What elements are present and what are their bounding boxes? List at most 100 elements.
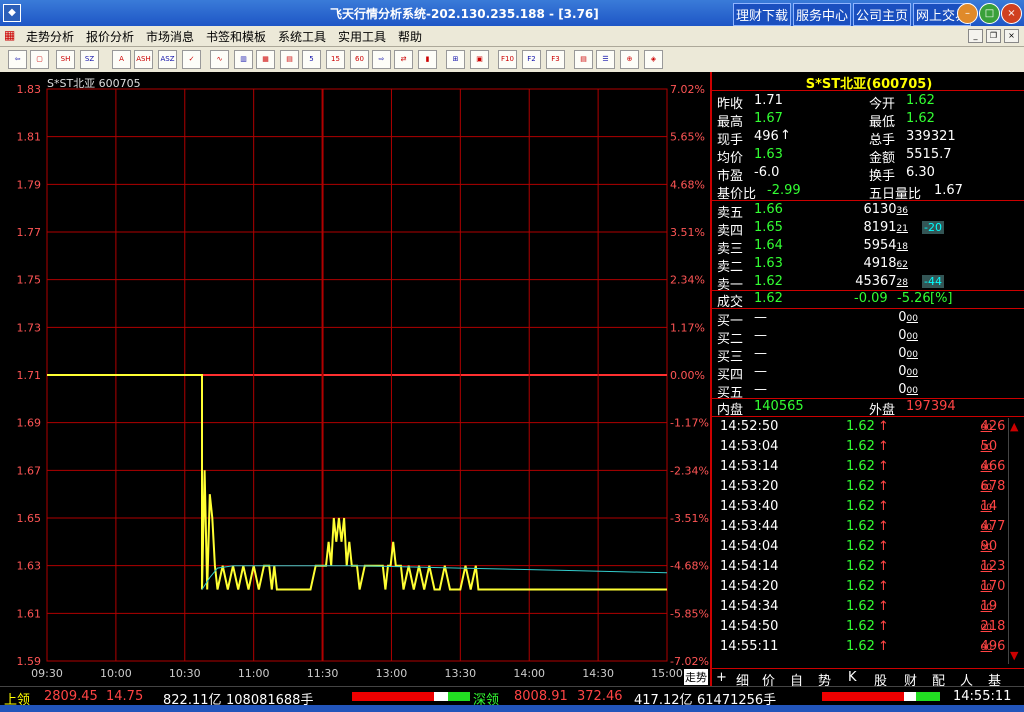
tick-scrollbar[interactable]: ▲ ▼ bbox=[1008, 418, 1023, 664]
menu-market-news[interactable]: 市场消息 bbox=[146, 28, 194, 45]
zoom-icon[interactable]: ⊕ bbox=[620, 50, 639, 69]
grid-icon[interactable]: ⊞ bbox=[446, 50, 465, 69]
tick-time: 14:55:11 bbox=[720, 639, 779, 654]
label-huanshou: 换手 bbox=[869, 169, 896, 184]
book-icon[interactable]: ▤ bbox=[574, 50, 593, 69]
buy-volume: 000 bbox=[848, 328, 918, 343]
scroll-down-icon[interactable]: ▼ bbox=[1010, 649, 1018, 662]
app-icon[interactable]: ◆ bbox=[3, 4, 21, 22]
scroll-up-icon[interactable]: ▲ bbox=[1010, 420, 1018, 433]
pct-tick-label: 4.68% bbox=[670, 178, 705, 191]
sell-change-badge: -20 bbox=[922, 221, 944, 234]
f10-icon[interactable]: F10 bbox=[498, 50, 517, 69]
menu-system-tools[interactable]: 系统工具 bbox=[278, 28, 326, 45]
sh-index: 2809.45 bbox=[44, 689, 98, 704]
kline-5min-icon[interactable]: 5 bbox=[302, 50, 321, 69]
bar-icon[interactable]: ▮ bbox=[418, 50, 437, 69]
palette-icon[interactable]: ◈ bbox=[644, 50, 663, 69]
check-icon[interactable]: ✓ bbox=[182, 50, 201, 69]
sell-volume-main: 8191 bbox=[863, 220, 897, 235]
buy-volume-small: 00 bbox=[906, 350, 918, 360]
tick-time: 14:54:04 bbox=[720, 539, 779, 554]
price-tick-label: 1.69 bbox=[17, 417, 42, 430]
buy-volume-small: 00 bbox=[906, 314, 918, 324]
link-licai-download[interactable]: 理财下载 bbox=[733, 3, 792, 26]
sell-price: 1.64 bbox=[754, 238, 783, 253]
sh-icon[interactable]: SH bbox=[56, 50, 75, 69]
tick-volume: 477 00 bbox=[940, 519, 1006, 534]
buy-volume-main: 0 bbox=[898, 364, 907, 379]
menu-utility-tools[interactable]: 实用工具 bbox=[338, 28, 386, 45]
kline-day-icon[interactable]: ▥ bbox=[234, 50, 253, 69]
tick-volume: 90 00 bbox=[940, 539, 998, 554]
label-zuigao: 最高 bbox=[717, 115, 744, 130]
tick-volume-main: 477 bbox=[980, 519, 1006, 534]
menu-app-icon[interactable]: ▦ bbox=[4, 28, 15, 42]
mdi-minimize-icon[interactable]: _ bbox=[968, 29, 983, 43]
mdi-restore-icon[interactable]: ❐ bbox=[986, 29, 1001, 43]
kline-week-icon[interactable]: ▦ bbox=[256, 50, 275, 69]
tick-volume-main: 14 bbox=[980, 499, 998, 514]
pct-tick-label: -1.17% bbox=[670, 417, 709, 430]
mdi-close-icon[interactable]: × bbox=[1004, 29, 1019, 43]
line-chart-icon[interactable]: ∿ bbox=[210, 50, 229, 69]
menu-trend-analysis[interactable]: 走势分析 bbox=[26, 28, 74, 45]
tick-row: 14:52:50 1.62 ↑ 426 00 bbox=[712, 419, 1012, 439]
up-arrow-icon: ↑ bbox=[878, 639, 889, 654]
tab-zoushi[interactable]: 走势 bbox=[684, 669, 708, 685]
tick-volume: 218 00 bbox=[940, 619, 1006, 634]
swap-icon[interactable]: ⇄ bbox=[394, 50, 413, 69]
asz-icon[interactable]: ASZ bbox=[158, 50, 177, 69]
value-chengjiao: 1.62 bbox=[754, 291, 783, 306]
value-zuoshou: 1.71 bbox=[754, 93, 783, 108]
kline-15min-icon[interactable]: 15 bbox=[326, 50, 345, 69]
intraday-chart[interactable]: 1.83 7.02% 1.81 5.65% 1.79 4.68% 1.77 3.51% 1.75… bbox=[0, 72, 710, 686]
f3-icon[interactable]: F3 bbox=[546, 50, 565, 69]
label-zuoshou: 昨收 bbox=[717, 97, 744, 112]
link-service-center[interactable]: 服务中心 bbox=[793, 3, 852, 26]
status-bar: 上领 2809.45 14.75 822.11亿 108081688手 深领 8… bbox=[0, 686, 1024, 708]
sell-volume-small: 21 bbox=[896, 224, 908, 234]
value-jijiabi: -2.99 bbox=[767, 183, 801, 198]
a-icon[interactable]: A bbox=[112, 50, 131, 69]
menu-help[interactable]: 帮助 bbox=[398, 28, 422, 45]
label-zuidi: 最低 bbox=[869, 115, 896, 130]
tick-row: 14:54:34 1.62 ↑ 19 00 bbox=[712, 599, 1012, 619]
tick-time: 14:54:14 bbox=[720, 559, 779, 574]
price-tick-label: 1.81 bbox=[17, 131, 42, 144]
time-tick-label: 14:30 bbox=[582, 667, 614, 680]
arrow-right-icon[interactable]: ⇨ bbox=[372, 50, 391, 69]
kline-60min-icon[interactable]: 60 bbox=[350, 50, 369, 69]
tick-volume-main: 50 bbox=[980, 439, 998, 454]
tick-volume: 466 00 bbox=[940, 459, 1006, 474]
tick-volume-main: 19 bbox=[980, 599, 998, 614]
window-icon[interactable]: ▢ bbox=[30, 50, 49, 69]
tick-price: 1.62 bbox=[846, 439, 875, 454]
sz-icon[interactable]: SZ bbox=[80, 50, 99, 69]
ash-icon[interactable]: ASH bbox=[134, 50, 153, 69]
menu-bookmarks[interactable]: 书签和模板 bbox=[206, 28, 266, 45]
menu-quote-analysis[interactable]: 报价分析 bbox=[86, 28, 134, 45]
back-icon[interactable]: ⇦ bbox=[8, 50, 27, 69]
link-company-home[interactable]: 公司主页 bbox=[853, 3, 912, 26]
sell-volume: 613036 bbox=[838, 202, 908, 217]
sell-volume: 4536728 bbox=[838, 274, 908, 289]
minimize-icon[interactable]: – bbox=[957, 3, 978, 24]
tick-price: 1.62 bbox=[846, 499, 875, 514]
kline-month-icon[interactable]: ▤ bbox=[280, 50, 299, 69]
pct-toggle[interactable]: [%] bbox=[930, 291, 953, 306]
sz-change: 372.46 bbox=[577, 689, 623, 704]
tab-0[interactable]: + bbox=[716, 670, 727, 685]
tab-5[interactable]: K bbox=[848, 670, 857, 685]
sell-label: 卖二 bbox=[717, 260, 744, 275]
value-neipan: 140565 bbox=[754, 399, 804, 414]
buy-volume: 000 bbox=[848, 364, 918, 379]
tick-volume: 496 00 bbox=[940, 639, 1006, 654]
maximize-icon[interactable]: □ bbox=[979, 3, 1000, 24]
f2-icon[interactable]: F2 bbox=[522, 50, 541, 69]
list-icon[interactable]: ☰ bbox=[596, 50, 615, 69]
close-icon[interactable]: × bbox=[1001, 3, 1022, 24]
tick-price: 1.62 bbox=[846, 459, 875, 474]
time-tick-label: 11:00 bbox=[238, 667, 270, 680]
square-icon[interactable]: ▣ bbox=[470, 50, 489, 69]
